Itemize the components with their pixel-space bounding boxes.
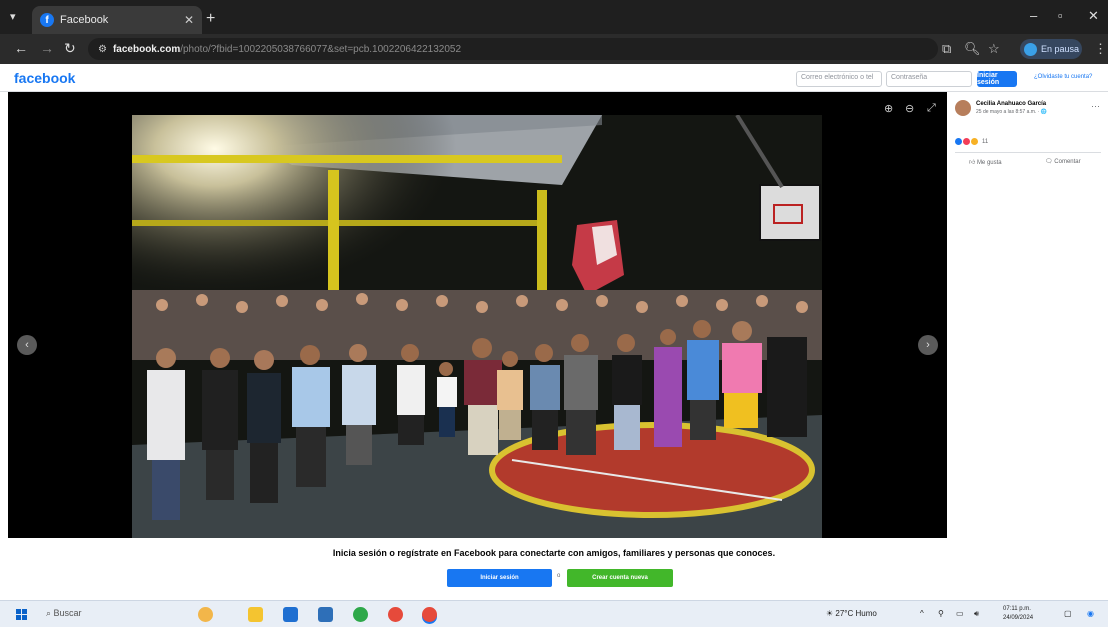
forward-icon[interactable]: → (40, 40, 54, 56)
install-icon[interactable]: ⧉ (942, 41, 951, 57)
post-photo[interactable] (132, 115, 822, 538)
facebook-favicon-icon: f (40, 13, 54, 27)
care-reaction-icon (971, 138, 978, 145)
zoom-out-icon[interactable]: ⊖ (905, 102, 914, 115)
tray-chevron-icon[interactable]: ^ (920, 609, 924, 618)
close-tab-icon[interactable]: ✕ (184, 13, 194, 27)
network-icon[interactable]: ▭ (956, 609, 964, 618)
comment-button[interactable]: 🗨︎ Comentar (1045, 158, 1081, 165)
menu-kebab-icon[interactable]: ⋮ (1094, 41, 1107, 57)
url-path: /photo/?fbid=1002205038766077&set=pcb.10… (180, 43, 462, 55)
teams-icon[interactable] (318, 607, 333, 622)
banner-login-button[interactable]: Iniciar sesión (447, 569, 552, 587)
browser-tab-bar: ▾ f Facebook ✕ + – ▫ ✕ (0, 0, 1108, 34)
maximize-icon[interactable]: ▫ (1058, 8, 1063, 23)
weather-widget[interactable]: ☀ 27°C Humo (826, 609, 877, 618)
login-banner: Inicia sesión o regístrate en Facebook p… (0, 538, 1108, 600)
like-reaction-icon (955, 138, 962, 145)
profile-avatar-icon (1024, 42, 1037, 56)
search-icon: ⌕ (46, 608, 54, 618)
previous-photo-icon[interactable]: ‹ (17, 335, 37, 355)
fullscreen-icon[interactable]: ⤢ (927, 102, 936, 115)
tab-facebook[interactable]: f Facebook ✕ (32, 6, 202, 34)
tab-title: Facebook (60, 14, 109, 26)
more-options-icon[interactable]: ··· (1091, 101, 1100, 111)
reload-icon[interactable]: ↻ (64, 40, 76, 57)
windows-taskbar: ⌕ Buscar ☀ 27°C Humo ^ ⚲ ▭ 🔊︎ 07:11 p.m.… (0, 600, 1108, 627)
clock-date: 24/09/2024 (1003, 615, 1034, 621)
forgot-account-link[interactable]: ¿Olvidaste tu cuenta? (1034, 74, 1092, 80)
create-account-button[interactable]: Crear cuenta nueva (567, 569, 673, 587)
tab-search-icon[interactable]: ▾ (10, 10, 16, 23)
header-login-button[interactable]: Iniciar sesión (977, 71, 1017, 87)
banner-text: Inicia sesión o regístrate en Facebook p… (332, 548, 776, 558)
chrome-active-icon[interactable] (422, 607, 437, 622)
system-clock[interactable]: 07:11 p.m. 24/09/2024 (1003, 605, 1033, 623)
widgets-icon[interactable] (198, 607, 213, 622)
minimize-icon[interactable]: – (1030, 8, 1037, 23)
edge-icon[interactable] (353, 607, 368, 622)
reaction-summary[interactable]: 11 (955, 138, 989, 145)
close-window-icon[interactable]: ✕ (1088, 8, 1099, 24)
facebook-logo[interactable]: facebook (14, 70, 75, 86)
file-explorer-icon[interactable] (248, 607, 263, 622)
like-label: Me gusta (976, 160, 1002, 166)
crowd-photo-image (132, 115, 822, 538)
post-info-panel: Cecilia Anahuaco García 25 de mayo a las… (947, 92, 1108, 538)
copilot-icon[interactable]: ◉ (1087, 609, 1094, 618)
comment-icon: 🗨︎ (1045, 159, 1055, 165)
profile-button[interactable]: En pausa (1020, 39, 1082, 59)
weather-sun-icon: ☀ (826, 609, 836, 618)
windows-start-icon[interactable] (16, 609, 27, 620)
office-app-icon[interactable] (283, 607, 298, 622)
post-date[interactable]: 25 de mayo a las 8:57 a.m. · 🌐 (976, 109, 1047, 115)
like-button[interactable]: 👍︎ Me gusta (969, 158, 1002, 166)
url-site: facebook.com (112, 43, 181, 55)
address-bar[interactable]: ⚙ facebook.com /photo/?fbid=100220503876… (88, 38, 938, 60)
reaction-count: 11 (982, 138, 989, 145)
notifications-icon[interactable]: ▢ (1064, 609, 1072, 618)
author-avatar[interactable] (955, 100, 971, 116)
search-label: Buscar (53, 608, 82, 618)
love-reaction-icon (963, 138, 970, 145)
password-field[interactable]: Contraseña (886, 71, 972, 87)
zoom-in-icon[interactable]: ⊕ (884, 102, 893, 115)
divider (955, 152, 1101, 153)
photo-viewer: ⊕ ⊖ ⤢ ‹ › (8, 92, 947, 538)
browser-toolbar: ← → ↻ ⚙ facebook.com /photo/?fbid=100220… (0, 34, 1108, 64)
thumbs-up-icon: 👍︎ (969, 160, 977, 166)
author-name[interactable]: Cecilia Anahuaco García (976, 101, 1046, 107)
chrome-icon[interactable] (388, 607, 403, 622)
volume-icon[interactable]: 🔊︎ (974, 609, 979, 619)
weather-label: 27°C Humo (835, 609, 877, 618)
new-tab-icon[interactable]: + (206, 10, 215, 28)
site-info-icon[interactable]: ⚙ (98, 44, 107, 55)
email-field[interactable]: Correo electrónico o tel (796, 71, 882, 87)
clock-time: 07:11 p.m. (1003, 606, 1031, 612)
comment-label: Comentar (1054, 159, 1081, 165)
taskbar-search[interactable]: ⌕ Buscar (46, 608, 82, 619)
bookmark-star-icon[interactable]: ☆ (988, 41, 1000, 57)
zoom-icon[interactable]: 🔍︎ (964, 41, 981, 57)
or-separator: o (557, 573, 561, 579)
profile-label: En pausa (1041, 44, 1080, 54)
facebook-header: facebook Correo electrónico o tel Contra… (0, 64, 1108, 92)
tray-app-icon[interactable]: ⚲ (938, 609, 944, 618)
back-icon[interactable]: ← (14, 40, 28, 56)
next-photo-icon[interactable]: › (918, 335, 938, 355)
